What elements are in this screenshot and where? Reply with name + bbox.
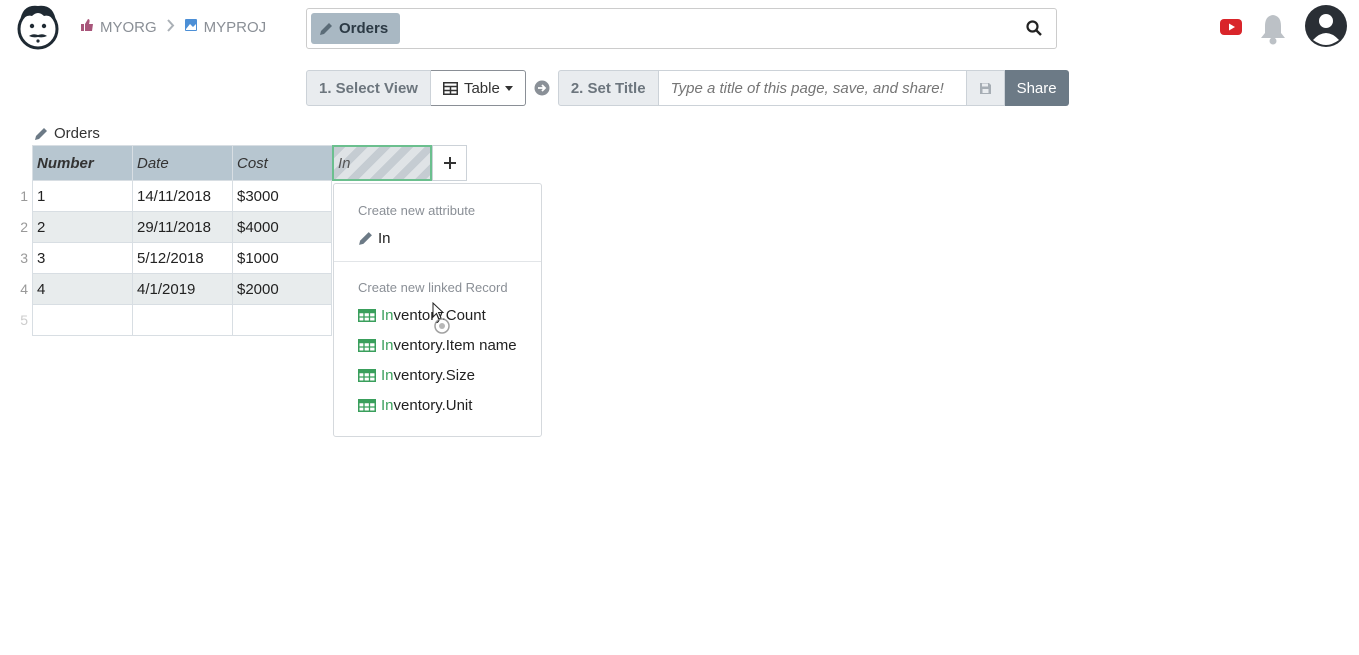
option-label: Inventory.Unit	[381, 396, 473, 414]
record-table-icon	[358, 338, 376, 352]
record-table-icon	[358, 368, 376, 382]
share-button[interactable]: Share	[1004, 70, 1069, 106]
table-cell[interactable]: 1	[32, 181, 132, 212]
column-header-cost[interactable]: Cost	[232, 145, 332, 181]
row-number: 5	[20, 312, 28, 328]
search-chip[interactable]: Orders	[311, 13, 401, 44]
youtube-icon[interactable]	[1220, 19, 1242, 39]
page-title-input[interactable]	[658, 70, 967, 106]
table-cell[interactable]: 4/1/2019	[132, 274, 232, 305]
user-icon[interactable]	[1304, 4, 1348, 52]
view-select-value: Table	[463, 79, 500, 97]
row-number: 1	[20, 188, 28, 204]
table-title-label: Orders	[54, 125, 100, 142]
table-cell[interactable]: $4000	[232, 212, 332, 243]
create-attribute-header: Create new attribute	[358, 202, 476, 218]
table-cell[interactable]: $2000	[232, 274, 332, 305]
create-linked-record-header: Create new linked Record	[358, 279, 508, 295]
table-cell[interactable]: $3000	[232, 181, 332, 212]
search-chip-label: Orders	[339, 20, 389, 37]
save-icon	[979, 82, 991, 94]
column-header-number[interactable]: Number	[32, 145, 132, 181]
select-view-step: 1. Select View	[306, 70, 431, 106]
caret-down-icon	[504, 85, 513, 91]
breadcrumb-org[interactable]: MYORG	[100, 19, 157, 36]
record-table-icon	[358, 398, 376, 412]
pencil-icon	[35, 127, 47, 140]
table-cell[interactable]	[232, 305, 332, 336]
set-title-step: 2. Set Title	[557, 70, 659, 106]
option-label: Inventory.Size	[381, 366, 475, 384]
table-cell[interactable]: 14/11/2018	[132, 181, 232, 212]
table-cell[interactable]: 29/11/2018	[132, 212, 232, 243]
thumbs-up-icon	[80, 18, 94, 36]
row-number: 3	[20, 250, 28, 266]
table-cell[interactable]: 3	[32, 243, 132, 274]
create-attribute-option[interactable]: In	[334, 223, 541, 253]
row-number: 4	[20, 281, 28, 297]
column-header-date[interactable]: Date	[132, 145, 232, 181]
table-title[interactable]: Orders	[34, 125, 100, 142]
table-cell[interactable]: $1000	[232, 243, 332, 274]
pencil-icon	[359, 231, 372, 245]
table-cell[interactable]: 5/12/2018	[132, 243, 232, 274]
table-cell[interactable]: 2	[32, 212, 132, 243]
search-input[interactable]: Orders	[306, 8, 1057, 49]
view-select-dropdown[interactable]: Table	[430, 70, 526, 106]
linked-record-option[interactable]: Inventory.Size	[334, 360, 541, 390]
search-icon[interactable]	[1026, 20, 1042, 40]
record-table-icon	[358, 308, 376, 322]
table-cell[interactable]	[132, 305, 232, 336]
arrow-right-circle-icon	[534, 70, 550, 106]
plus-icon	[443, 157, 456, 169]
add-column-button[interactable]	[432, 145, 467, 181]
mouse-cursor-icon	[432, 301, 452, 340]
option-label: In	[378, 229, 391, 247]
table-header-row: Number Date Cost In	[32, 145, 467, 181]
table-cell[interactable]	[32, 305, 132, 336]
new-column-header-input[interactable]: In	[332, 145, 432, 181]
logo-icon[interactable]	[14, 2, 62, 50]
pencil-icon	[320, 22, 332, 35]
save-button[interactable]	[966, 70, 1005, 106]
breadcrumb-project[interactable]: MYPROJ	[204, 19, 267, 36]
row-number: 2	[20, 219, 28, 235]
linked-record-option[interactable]: Inventory.Unit	[334, 390, 541, 420]
bell-icon[interactable]	[1259, 13, 1287, 49]
breadcrumb: MYORG MYPROJ	[80, 18, 266, 36]
chevron-right-icon	[166, 18, 175, 36]
table-cell[interactable]: 4	[32, 274, 132, 305]
view-toolbar: 1. Select View Table 2. Set Title Share	[306, 70, 1069, 106]
image-icon	[184, 18, 198, 36]
table-icon	[442, 81, 458, 95]
divider	[334, 261, 541, 262]
